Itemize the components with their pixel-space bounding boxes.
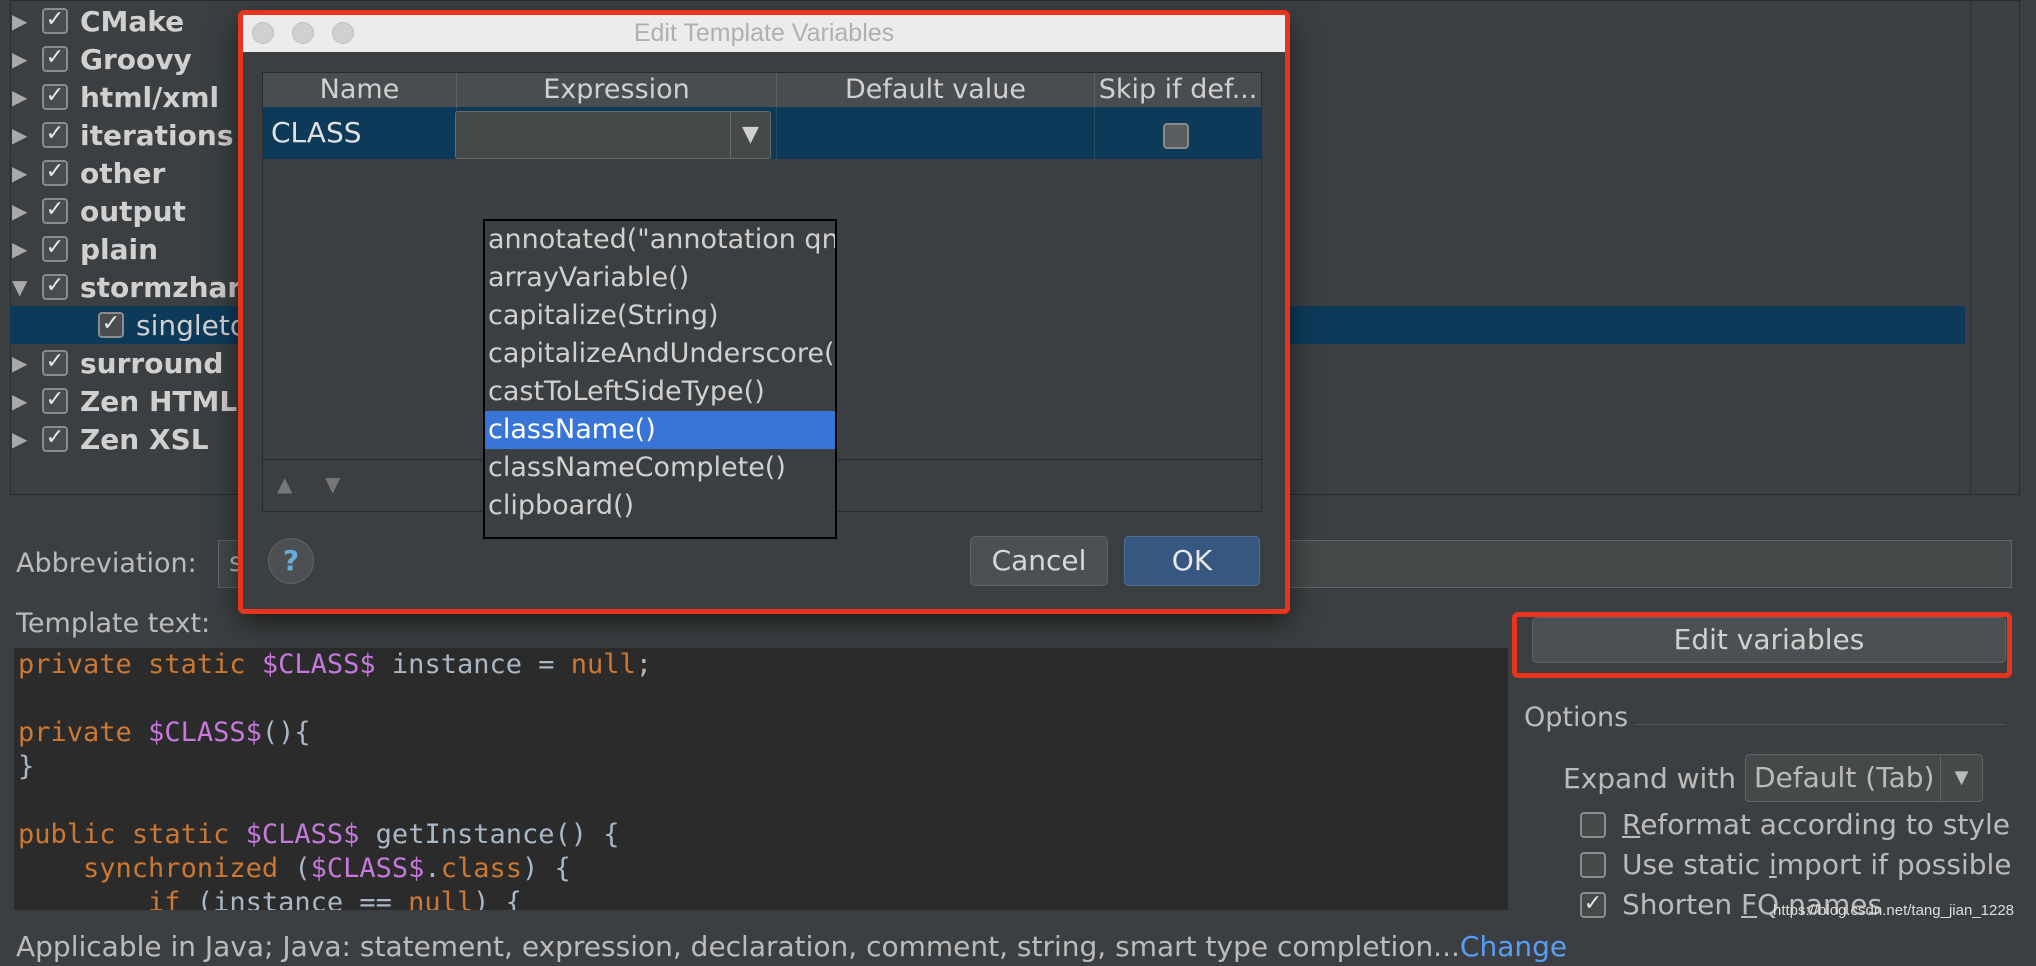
tree-item[interactable]: ▶ ✓ output [12, 192, 186, 230]
tree-item-checkbox[interactable]: ✓ [42, 46, 68, 72]
applicable-contexts: Applicable in Java; Java: statement, exp… [16, 930, 1567, 963]
tree-item-label: output [80, 194, 186, 228]
tree-item[interactable]: ▶ ✓ plain [12, 230, 158, 268]
expand-arrow-icon[interactable]: ▶ [12, 427, 42, 451]
tree-item-checkbox[interactable]: ✓ [42, 8, 68, 34]
tree-item[interactable]: ▼ ✓ stormzhar [12, 268, 241, 306]
reformat-label: Reformat according to style [1622, 808, 2010, 841]
tree-item[interactable]: ▶ ✓ Zen XSL [12, 420, 209, 458]
tree-item-label: Zen XSL [80, 422, 209, 456]
tree-item-checkbox[interactable]: ✓ [42, 84, 68, 110]
reformat-checkbox[interactable] [1580, 811, 1606, 838]
tree-item-checkbox[interactable]: ✓ [42, 274, 68, 300]
tree-item-checkbox[interactable]: ✓ [42, 388, 68, 414]
tree-item-label: iterations [80, 118, 234, 152]
tree-item-label: Groovy [80, 42, 192, 76]
tree-item[interactable]: ▶ ✓ other [12, 154, 165, 192]
tree-item-checkbox[interactable]: ✓ [42, 160, 68, 186]
tree-item[interactable]: ▶ ✓ Groovy [12, 40, 192, 78]
code-line: synchronized ($CLASS$.class) { [83, 853, 571, 884]
expand-arrow-icon[interactable]: ▶ [12, 47, 42, 71]
template-text-editor[interactable]: private static $CLASS$ instance = null; p… [14, 648, 1508, 910]
options-title: Options [1524, 702, 1629, 733]
expand-arrow-icon[interactable]: ▶ [12, 9, 42, 33]
tree-item[interactable]: ▶ ✓ html/xml [12, 78, 219, 116]
tree-item-label: singleto [136, 308, 248, 342]
tree-item-label: CMake [80, 4, 185, 38]
tree-item-label: stormzhar [80, 270, 242, 304]
tree-item[interactable]: ▶ ✓ iterations [12, 116, 234, 154]
static-import-label: Use static import if possible [1622, 848, 2012, 881]
tree-item-checkbox[interactable]: ✓ [42, 122, 68, 148]
chevron-down-icon: ▼ [1940, 755, 1982, 801]
expand-with-select[interactable]: Default (Tab) ▼ [1745, 754, 1983, 802]
expand-with-label: Expand with [1563, 762, 1737, 795]
code-line: } [18, 751, 35, 782]
abbreviation-label: Abbreviation: [16, 548, 197, 579]
tree-item[interactable]: ✓ singleto [98, 306, 247, 344]
expand-arrow-icon[interactable]: ▶ [12, 123, 42, 147]
expand-with-value: Default (Tab) [1754, 761, 1935, 794]
applicable-text: Applicable in Java; Java: statement, exp… [16, 930, 1460, 963]
tree-item-label: plain [80, 232, 159, 266]
code-line: if (instance == null) { [148, 887, 522, 910]
tree-item-checkbox[interactable]: ✓ [42, 198, 68, 224]
tree-item-label: other [80, 156, 166, 190]
expand-arrow-icon[interactable]: ▶ [12, 85, 42, 109]
code-line: private $CLASS$(){ [18, 717, 311, 748]
tree-item-label: Zen HTML [80, 384, 238, 418]
code-line: private static $CLASS$ instance = null; [18, 649, 653, 680]
watermark-url: https://blog.csdn.net/tang_jian_1228 [1773, 902, 2015, 919]
tree-item[interactable]: ▶ ✓ CMake [12, 2, 184, 40]
shorten-fq-checkbox[interactable]: ✓ [1580, 891, 1606, 918]
edit-variables-highlight [1512, 612, 2012, 678]
tree-item[interactable]: ▶ ✓ Zen HTML [12, 382, 237, 420]
expand-arrow-icon[interactable]: ▶ [12, 351, 42, 375]
dialog-highlight [238, 10, 1290, 614]
tree-item[interactable]: ▶ ✓ surround [12, 344, 223, 382]
reformat-option[interactable]: Reformat according to style [1580, 808, 2010, 841]
tree-item-checkbox[interactable]: ✓ [42, 236, 68, 262]
template-text-label: Template text: [16, 608, 211, 639]
options-divider [1636, 724, 2004, 725]
expand-arrow-icon[interactable]: ▶ [12, 237, 42, 261]
tree-scrollbar-track[interactable] [1970, 0, 2020, 495]
code-line: public static $CLASS$ getInstance() { [18, 819, 620, 850]
expand-arrow-icon[interactable]: ▶ [12, 161, 42, 185]
expand-arrow-icon[interactable]: ▶ [12, 389, 42, 413]
tree-item-checkbox[interactable]: ✓ [98, 312, 124, 338]
tree-item-checkbox[interactable]: ✓ [42, 426, 68, 452]
tree-item-label: html/xml [80, 80, 220, 114]
static-import-checkbox[interactable] [1580, 851, 1606, 878]
change-context-link[interactable]: Change [1460, 930, 1567, 963]
expand-arrow-icon[interactable]: ▶ [12, 199, 42, 223]
collapse-arrow-icon[interactable]: ▼ [12, 275, 42, 299]
tree-item-checkbox[interactable]: ✓ [42, 350, 68, 376]
static-import-option[interactable]: Use static import if possible [1580, 848, 2012, 881]
tree-item-label: surround [80, 346, 224, 380]
